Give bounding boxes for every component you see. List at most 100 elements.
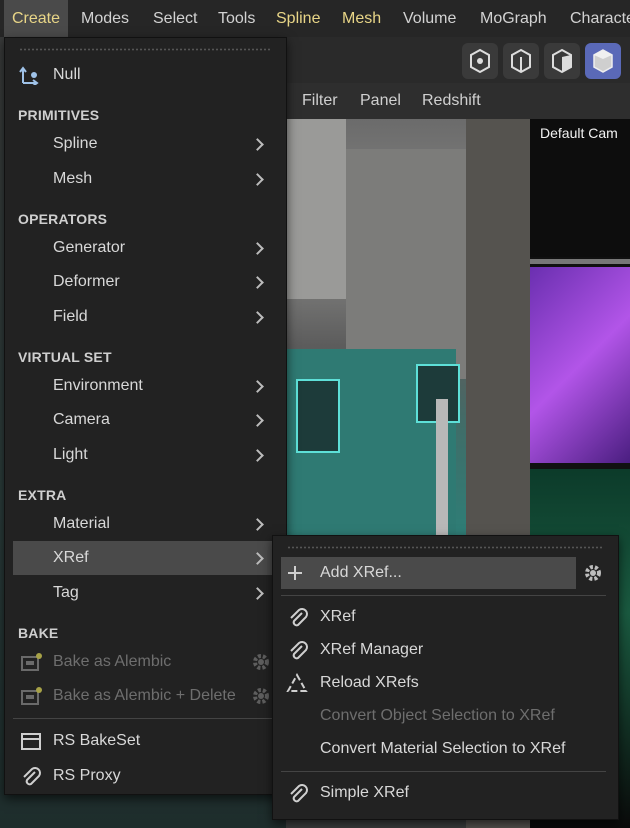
menu-redshift[interactable]: Redshift: [422, 83, 481, 119]
rs-proxy-item[interactable]: RS Proxy: [5, 759, 286, 793]
menu-separator: [281, 771, 606, 772]
tag-label: Tag: [53, 584, 79, 601]
menu-mesh[interactable]: Mesh: [342, 0, 381, 37]
main-menubar: Create Modes Select Tools Spline Mesh Vo…: [0, 0, 630, 37]
chevron-right-icon: [251, 449, 264, 462]
xref-create-item[interactable]: XRef: [273, 600, 618, 634]
material-item[interactable]: Material: [5, 507, 286, 541]
bake-icon: [21, 687, 42, 705]
spline-item[interactable]: Spline: [5, 127, 286, 161]
chevron-right-icon: [251, 138, 264, 151]
chevron-right-icon: [251, 276, 264, 289]
divider: [530, 259, 630, 264]
mesh-label: Mesh: [53, 170, 93, 187]
simple-xref-label: Simple XRef: [320, 784, 409, 801]
convert-material-label: Convert Material Selection to XRef: [320, 740, 566, 757]
chevron-right-icon: [251, 380, 264, 393]
bake-alembic-item: Bake as Alembic: [5, 645, 286, 679]
xref-submenu: Add XRef... XRef XRef Manager Reload XRe…: [272, 535, 619, 820]
spline-label: Spline: [53, 135, 98, 152]
paperclip-icon: [23, 767, 41, 786]
edges-mode-button[interactable]: [503, 43, 539, 79]
gear-icon[interactable]: [583, 563, 603, 583]
model-mode-button[interactable]: [585, 43, 621, 79]
light-label: Light: [53, 446, 88, 463]
null-label: Null: [53, 66, 81, 83]
xref-item[interactable]: XRef: [13, 541, 278, 575]
mode-toolbar: [286, 37, 630, 83]
polygons-mode-button[interactable]: [544, 43, 580, 79]
section-bake: BAKE: [18, 625, 59, 641]
xref-create-label: XRef: [320, 608, 356, 625]
convert-object-selection-item: Convert Object Selection to XRef: [273, 699, 618, 733]
environment-item[interactable]: Environment: [5, 369, 286, 403]
bake-alembic-delete-item: Bake as Alembic + Delete: [5, 679, 286, 713]
null-icon: [19, 66, 39, 85]
menu-character[interactable]: Characte: [570, 0, 630, 37]
preview-panel: [530, 267, 630, 463]
chevron-right-icon: [251, 518, 264, 531]
section-virtual-set: VIRTUAL SET: [18, 349, 112, 365]
reload-xrefs-item[interactable]: Reload XRefs: [273, 666, 618, 700]
camera-item[interactable]: Camera: [5, 403, 286, 437]
camera-label: Default Cam: [540, 125, 618, 141]
menu-grip[interactable]: [19, 48, 272, 51]
menu-create[interactable]: Create: [4, 0, 69, 37]
xref-manager-item[interactable]: XRef Manager: [273, 633, 618, 667]
window: [296, 379, 340, 453]
mesh-item[interactable]: Mesh: [5, 162, 286, 196]
menu-spline[interactable]: Spline: [276, 0, 320, 37]
null-item[interactable]: Null: [5, 58, 286, 92]
generator-item[interactable]: Generator: [5, 231, 286, 265]
plus-icon: [288, 566, 302, 580]
material-label: Material: [53, 515, 110, 532]
paperclip-icon: [290, 641, 308, 660]
building-block: [286, 119, 346, 299]
menu-volume[interactable]: Volume: [403, 0, 456, 37]
building-block: [346, 149, 466, 379]
paperclip-icon: [290, 784, 308, 803]
create-menu: Null PRIMITIVES Spline Mesh OPERATORS Ge…: [4, 37, 287, 795]
deformer-item[interactable]: Deformer: [5, 265, 286, 299]
camera-label-item: Camera: [53, 411, 110, 428]
menu-filter[interactable]: Filter: [302, 83, 338, 119]
polygons-mode-icon: [552, 48, 572, 74]
menu-separator: [281, 595, 606, 596]
bake-alembic-label: Bake as Alembic: [53, 653, 172, 670]
generator-label: Generator: [53, 239, 126, 256]
menu-tools[interactable]: Tools: [218, 0, 255, 37]
tag-item[interactable]: Tag: [5, 576, 286, 610]
points-mode-button[interactable]: [462, 43, 498, 79]
menu-mograph[interactable]: MoGraph: [480, 0, 547, 37]
convert-object-label: Convert Object Selection to XRef: [320, 707, 555, 724]
add-xref-item[interactable]: Add XRef...: [281, 557, 576, 589]
light-item[interactable]: Light: [5, 438, 286, 472]
convert-material-selection-item[interactable]: Convert Material Selection to XRef: [273, 732, 618, 766]
field-item[interactable]: Field: [5, 300, 286, 334]
gear-icon: [253, 688, 269, 704]
rs-proxy-label: RS Proxy: [53, 767, 121, 784]
recycle-icon: [286, 673, 308, 692]
model-mode-icon: [593, 49, 613, 73]
viewport-menubar: Filter Panel Redshift: [286, 83, 630, 119]
points-mode-icon: [470, 48, 490, 74]
rs-bakeset-icon: [21, 733, 41, 750]
menu-panel[interactable]: Panel: [360, 83, 401, 119]
menu-select[interactable]: Select: [153, 0, 197, 37]
menu-separator: [13, 718, 278, 719]
section-primitives: PRIMITIVES: [18, 107, 100, 123]
edges-mode-icon: [511, 48, 531, 74]
bake-icon: [21, 653, 42, 671]
xref-label: XRef: [53, 549, 89, 566]
chevron-right-icon: [251, 587, 264, 600]
environment-label: Environment: [53, 377, 143, 394]
section-operators: OPERATORS: [18, 211, 108, 227]
deformer-label: Deformer: [53, 273, 120, 290]
rs-bakeset-label: RS BakeSet: [53, 732, 141, 749]
chevron-right-icon: [251, 414, 264, 427]
simple-xref-item[interactable]: Simple XRef: [273, 776, 618, 810]
menu-modes[interactable]: Modes: [81, 0, 129, 37]
menu-grip[interactable]: [287, 546, 604, 549]
rs-bakeset-item[interactable]: RS BakeSet: [5, 724, 286, 758]
paperclip-icon: [290, 608, 308, 627]
